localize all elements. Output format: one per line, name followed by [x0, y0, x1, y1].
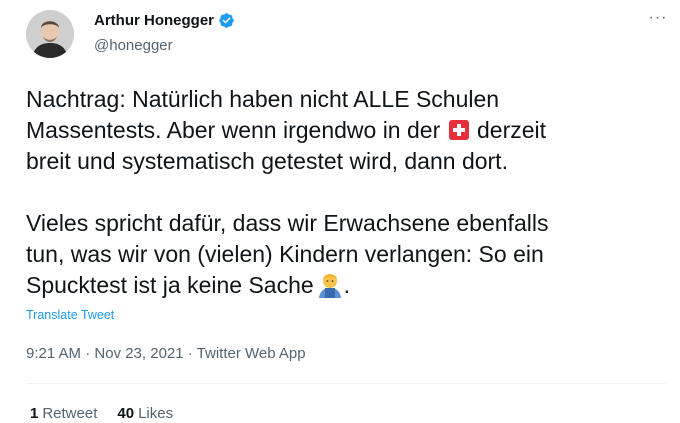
more-button[interactable]: ··· [645, 8, 671, 28]
likes-label: Likes [138, 405, 174, 422]
tweet-line: . [343, 272, 351, 298]
likes-stat[interactable]: 40 Likes [117, 405, 173, 422]
tweet-paragraph-2: Vieles spricht dafür, dass wir Erwachsen… [26, 208, 656, 301]
tweet-text: Nachtrag: Natürlich haben nicht ALLE Sch… [26, 84, 656, 301]
more-icon: ··· [648, 9, 668, 26]
author-name[interactable]: Arthur Honegger [94, 12, 214, 29]
tweet-line: tun, was wir von (vielen) Kindern verlan… [26, 241, 544, 267]
tweet-stats: 1 Retweet 40 Likes [30, 405, 173, 422]
tweet-paragraph-1: Nachtrag: Natürlich haben nicht ALLE Sch… [26, 84, 656, 177]
author-handle[interactable]: @honegger [94, 37, 173, 54]
avatar-image [26, 10, 74, 58]
tweet-line: Vieles spricht dafür, dass wir Erwachsen… [26, 210, 549, 236]
retweets-stat[interactable]: 1 Retweet [30, 405, 97, 422]
tweet-line: derzeit [477, 117, 547, 143]
tweet-line: Nachtrag: Natürlich haben nicht ALLE Sch… [26, 86, 500, 112]
tweet-line: breit und systematisch getestet wird, da… [26, 148, 508, 174]
divider [26, 383, 666, 384]
tweet-line: Spucktest ist ja keine Sache [26, 272, 314, 298]
translate-tweet-link[interactable]: Translate Tweet [26, 308, 114, 322]
verified-badge-icon [218, 12, 235, 29]
person-emoji [316, 270, 344, 298]
retweets-label: Retweet [42, 405, 98, 422]
swiss-flag-emoji [448, 120, 469, 140]
retweets-count: 1 [30, 405, 39, 422]
likes-count: 40 [117, 405, 135, 422]
tweet-meta[interactable]: 9:21 AM · Nov 23, 2021 · Twitter Web App [26, 345, 306, 362]
tweet-line: Massentests. Aber wenn irgendwo in der [26, 117, 441, 143]
avatar[interactable] [26, 10, 74, 58]
